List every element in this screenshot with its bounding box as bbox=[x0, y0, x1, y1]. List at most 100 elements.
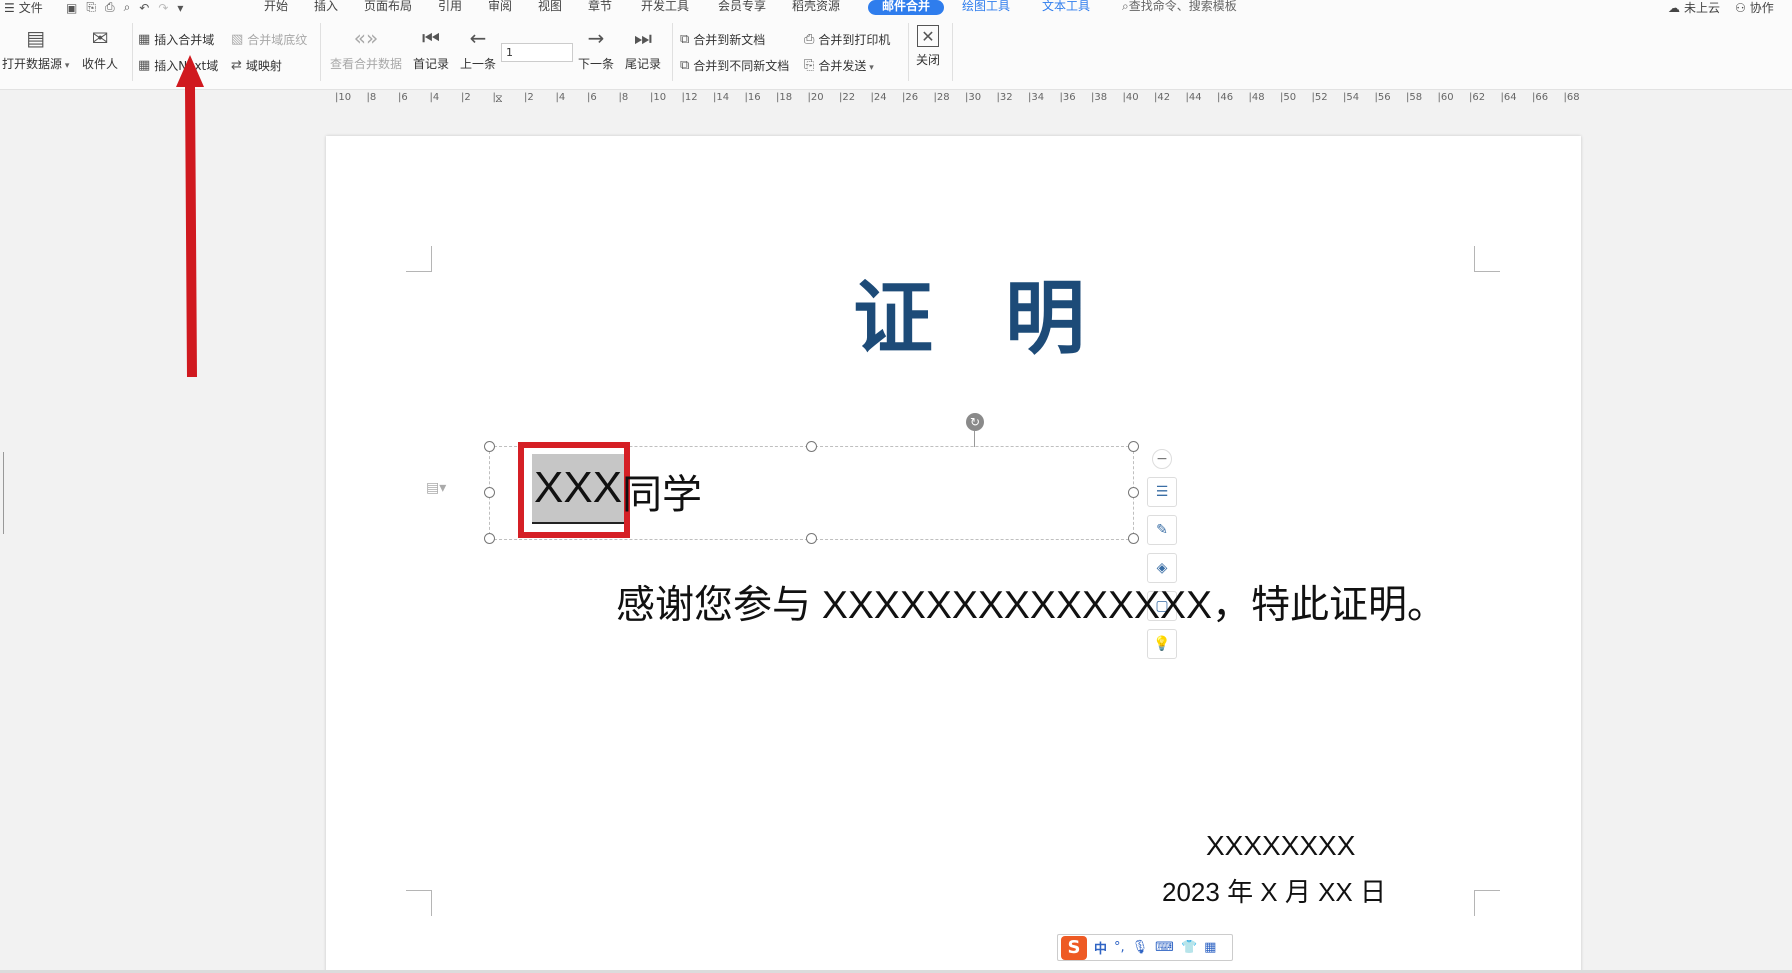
ime-toolbar[interactable]: S 中 °, 🎙 ⌨ 👕 ▦ bbox=[1057, 934, 1233, 961]
tab-docer[interactable]: 稻壳资源 bbox=[792, 0, 840, 15]
ruler-tick-label: |6 bbox=[398, 92, 408, 103]
pen-icon[interactable]: ✎ bbox=[1147, 515, 1177, 545]
bulb-icon[interactable]: 💡 bbox=[1147, 629, 1177, 659]
close-icon: ✕ bbox=[917, 25, 939, 47]
document-title: 证明 bbox=[853, 254, 1087, 370]
field-map-icon: ⇄ bbox=[231, 58, 242, 73]
resize-handle-n[interactable] bbox=[806, 441, 817, 452]
keyboard-icon[interactable]: ⌨ bbox=[1155, 940, 1174, 955]
merge-to-separate-docs-button[interactable]: ⧉ 合并到不同新文档 bbox=[680, 57, 789, 74]
apps-icon[interactable]: ▦ bbox=[1204, 940, 1216, 955]
tab-text-tools[interactable]: 文本工具 bbox=[1042, 0, 1090, 15]
rotate-stem bbox=[974, 431, 975, 447]
multi-doc-icon: ⧉ bbox=[680, 58, 690, 73]
anchor-icon[interactable]: ▤▾ bbox=[426, 480, 446, 496]
tab-references[interactable]: 引用 bbox=[438, 0, 462, 15]
view-merged-data-button[interactable]: «» 查看合并数据 bbox=[330, 25, 402, 72]
punctuation-icon[interactable]: °, bbox=[1114, 940, 1125, 955]
rotate-handle-icon[interactable]: ↻ bbox=[966, 413, 984, 431]
merge-field-shading-button[interactable]: ▧ 合并域底纹 bbox=[231, 31, 307, 48]
ruler-tick-label: |50 bbox=[1280, 92, 1297, 103]
insert-merge-field-button[interactable]: ▦ 插入合并域 bbox=[138, 31, 214, 48]
resize-handle-s[interactable] bbox=[806, 533, 817, 544]
cloud-status-label: 未上云 bbox=[1684, 1, 1721, 15]
file-menu-label: 文件 bbox=[18, 1, 43, 15]
redo-icon[interactable]: ↷ bbox=[158, 1, 168, 15]
divider bbox=[132, 23, 133, 81]
ruler-tick-label: |8 bbox=[618, 92, 629, 103]
tab-start[interactable]: 开始 bbox=[264, 0, 288, 15]
hamburger-icon: ☰ bbox=[4, 0, 15, 15]
merge-to-separate-docs-label: 合并到不同新文档 bbox=[693, 59, 790, 73]
tab-insert[interactable]: 插入 bbox=[314, 0, 338, 15]
ruler-tick-label: |4 bbox=[555, 92, 566, 103]
open-data-source-button[interactable]: ▤ 打开数据源 bbox=[2, 25, 69, 72]
first-record-button[interactable]: ⏮ 首记录 bbox=[413, 25, 449, 72]
resize-handle-nw[interactable] bbox=[484, 441, 495, 452]
merge-to-new-doc-button[interactable]: ⧉ 合并到新文档 bbox=[680, 31, 765, 48]
previous-record-label: 上一条 bbox=[460, 57, 497, 71]
resize-handle-ne[interactable] bbox=[1128, 441, 1139, 452]
ruler-tick-label: |44 bbox=[1185, 92, 1202, 103]
close-merge-button[interactable]: ✕ 关闭 bbox=[916, 25, 940, 68]
tab-chapter[interactable]: 章节 bbox=[588, 0, 612, 15]
highlight-box bbox=[518, 442, 630, 538]
ruler-tick-label: |60 bbox=[1437, 92, 1454, 103]
tab-mail-merge[interactable]: 邮件合并 bbox=[868, 0, 945, 15]
ruler-tick-label: |8 bbox=[366, 92, 377, 103]
print-icon[interactable]: ⎙ bbox=[105, 0, 115, 15]
resize-handle-se[interactable] bbox=[1128, 533, 1139, 544]
collab-button[interactable]: ⚇ 协作 bbox=[1735, 0, 1774, 16]
document-page[interactable]: 证明 ▤▾ ↻ XXX 同学 − ☰ ✎ ◈ ▢ 💡 感谢您参与 XXXXXXX… bbox=[326, 136, 1581, 973]
cloud-status[interactable]: ☁ 未上云 bbox=[1668, 0, 1721, 16]
tab-page-layout[interactable]: 页面布局 bbox=[364, 0, 412, 15]
open-data-source-label: 打开数据源 bbox=[2, 55, 69, 72]
red-arrow-annotation bbox=[176, 55, 204, 377]
ruler-tick-label: |48 bbox=[1248, 92, 1265, 103]
microphone-icon[interactable]: 🎙 bbox=[1132, 940, 1149, 955]
ruler-tick-label: |28 bbox=[933, 92, 950, 103]
record-number-input[interactable]: 1 bbox=[501, 43, 573, 62]
command-search[interactable]: ⌕查找命令、搜索模板 bbox=[1122, 0, 1237, 15]
tab-member[interactable]: 会员专享 bbox=[718, 0, 766, 15]
tab-review[interactable]: 审阅 bbox=[488, 0, 512, 15]
resize-handle-e[interactable] bbox=[1128, 487, 1139, 498]
ruler-tick-label: |18 bbox=[776, 92, 793, 103]
ruler-tick-label: |10 bbox=[650, 92, 667, 103]
command-search-placeholder: 查找命令、搜索模板 bbox=[1128, 0, 1237, 13]
preview-icon[interactable]: ⌕ bbox=[124, 0, 131, 15]
merge-to-printer-button[interactable]: ⎙ 合并到打印机 bbox=[804, 31, 890, 48]
indent-marker-icon[interactable]: ⧖ bbox=[495, 92, 503, 106]
ruler-tick-label: |36 bbox=[1059, 92, 1076, 103]
save-icon[interactable]: ▣ bbox=[66, 1, 77, 15]
divider bbox=[320, 23, 321, 81]
merge-to-new-doc-label: 合并到新文档 bbox=[693, 33, 766, 47]
last-record-button[interactable]: ⏭ 尾记录 bbox=[625, 25, 661, 72]
tab-drawing-tools[interactable]: 绘图工具 bbox=[962, 0, 1010, 15]
user-icon: ⚇ bbox=[1735, 0, 1746, 15]
tab-view[interactable]: 视图 bbox=[538, 0, 562, 15]
ruler-tick-label: |26 bbox=[902, 92, 919, 103]
export-icon[interactable]: ⎘ bbox=[86, 0, 96, 15]
horizontal-ruler[interactable]: |10 |8 |6 |4 |2 | |2 |4 |6 |8 |10 |12 |14 |16 |18 |20 |2… bbox=[335, 90, 1580, 108]
field-mapping-button[interactable]: ⇄ 域映射 bbox=[231, 57, 282, 74]
resize-handle-sw[interactable] bbox=[484, 533, 495, 544]
data-source-icon: ▤ bbox=[26, 26, 46, 50]
close-merge-label: 关闭 bbox=[916, 53, 941, 67]
file-menu[interactable]: ☰ 文件 bbox=[4, 0, 43, 16]
previous-record-button[interactable]: ← 上一条 bbox=[460, 25, 496, 72]
resize-handle-w[interactable] bbox=[484, 487, 495, 498]
undo-icon[interactable]: ↶ bbox=[139, 1, 149, 15]
ime-language[interactable]: 中 bbox=[1094, 938, 1107, 957]
next-record-button[interactable]: → 下一条 bbox=[578, 25, 614, 72]
skin-icon[interactable]: 👕 bbox=[1181, 940, 1197, 955]
title-char-1: 证 bbox=[853, 271, 935, 365]
recipients-button[interactable]: ✉ 收件人 bbox=[82, 25, 118, 72]
margin-corner-top-left bbox=[406, 246, 432, 272]
customize-icon[interactable]: ▾ bbox=[177, 1, 183, 15]
collapse-icon[interactable]: − bbox=[1152, 449, 1172, 469]
merge-send-button[interactable]: ⎘ 合并发送 bbox=[804, 57, 874, 74]
layout-options-icon[interactable]: ☰ bbox=[1147, 477, 1177, 507]
tab-developer[interactable]: 开发工具 bbox=[641, 0, 689, 15]
divider bbox=[952, 23, 953, 81]
